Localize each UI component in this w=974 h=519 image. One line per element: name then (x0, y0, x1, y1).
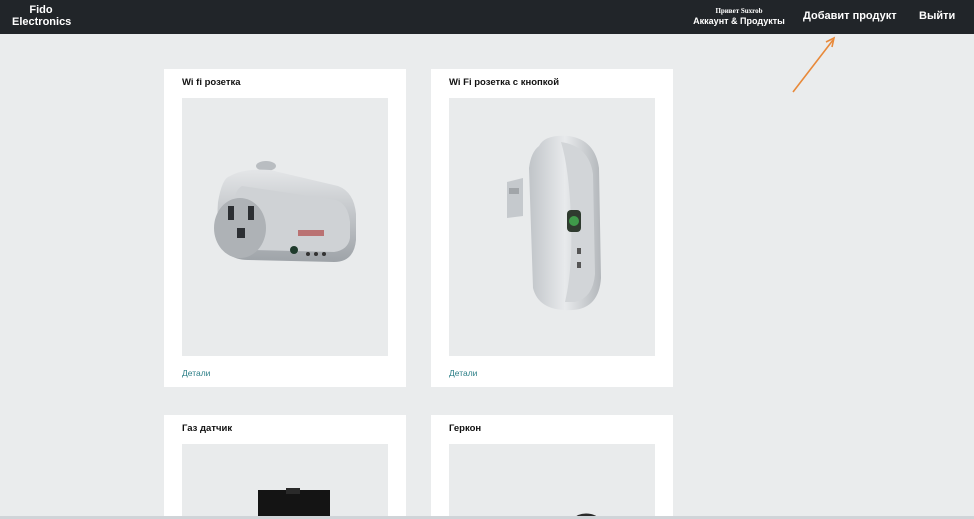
product-title: Wi fi розетка (182, 77, 241, 88)
product-card: Wi Fi розетка с кнопкой Детали (431, 69, 673, 387)
brand-logo[interactable]: Fido Electronics (12, 4, 71, 28)
logout-link[interactable]: Выйти (919, 10, 955, 22)
gas-sensor-icon (258, 488, 330, 519)
reed-switch-icon (573, 513, 598, 519)
account-products-link[interactable]: Аккаунт & Продукты (692, 16, 786, 27)
smart-socket-icon (214, 161, 356, 262)
product-image[interactable] (182, 98, 388, 356)
details-link[interactable]: Детали (182, 368, 210, 378)
product-card: Газ датчик (164, 415, 406, 519)
greeting-text: Привет Suxrob (715, 7, 763, 15)
details-link[interactable]: Детали (449, 368, 477, 378)
product-card: Геркон (431, 415, 673, 519)
smart-socket-button-icon (507, 135, 601, 311)
navbar: Fido Electronics Привет Suxrob Аккаунт &… (0, 0, 974, 34)
product-image[interactable] (182, 444, 388, 519)
product-title: Геркон (449, 423, 482, 434)
product-image[interactable] (449, 444, 655, 519)
product-image[interactable] (449, 98, 655, 356)
product-title: Газ датчик (182, 423, 233, 434)
account-menu[interactable]: Привет Suxrob Аккаунт & Продукты (692, 7, 786, 27)
product-card: Wi fi розетка Детали (164, 69, 406, 387)
add-product-link[interactable]: Добавит продукт (803, 10, 897, 22)
product-title: Wi Fi розетка с кнопкой (449, 77, 560, 88)
